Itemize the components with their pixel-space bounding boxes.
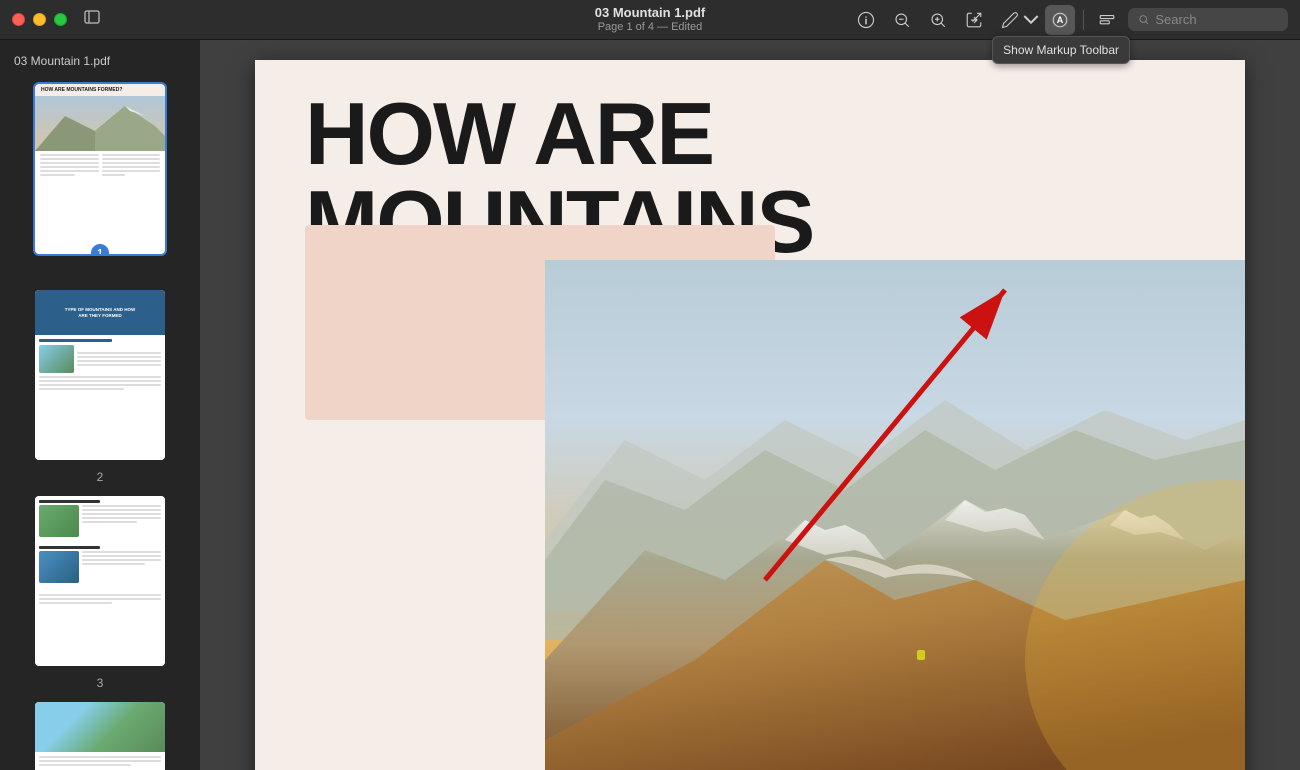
pdf-mountain-photo [545,260,1245,770]
info-button[interactable] [851,5,881,35]
page-thumb-2[interactable]: TYPE OF MOUNTAINS AND HOWARE THEY FORMED [8,290,192,484]
thumb2-header: TYPE OF MOUNTAINS AND HOWARE THEY FORMED [35,290,165,335]
titlebar: 03 Mountain 1.pdf Page 1 of 4 — Edited [0,0,1300,40]
thumb2-header-text: TYPE OF MOUNTAINS AND HOWARE THEY FORMED [65,307,136,318]
thumb2-img-row [39,345,161,373]
zoom-in-button[interactable] [923,5,953,35]
search-bar[interactable] [1128,8,1288,31]
page-thumb-img-2[interactable]: TYPE OF MOUNTAINS AND HOWARE THEY FORMED [35,290,165,460]
share-button[interactable] [959,5,989,35]
thumb2-body [35,335,165,460]
document-subtitle: Page 1 of 4 — Edited [598,21,703,34]
thumb2-section-title [39,339,112,342]
page-thumb-img-3[interactable] [35,496,165,666]
sidebar: 03 Mountain 1.pdf HOW ARE MOUNTAINS FORM… [0,40,200,770]
svg-text:A: A [1057,15,1064,25]
sidebar-filename: 03 Mountain 1.pdf [8,50,192,72]
titlebar-center: 03 Mountain 1.pdf Page 1 of 4 — Edited [595,5,706,34]
mountain-svg [545,260,1245,770]
search-icon [1138,13,1149,26]
search-input[interactable] [1155,12,1278,27]
minimize-button[interactable] [33,13,46,26]
thumb3-img-blue [39,551,79,583]
markup-toolbar-button[interactable]: A [1045,5,1075,35]
close-button[interactable] [12,13,25,26]
page-thumb-1[interactable]: HOW ARE MOUNTAINS FORMED? [8,84,192,278]
page-label-3: 3 [97,676,104,690]
maximize-button[interactable] [54,13,67,26]
pdf-viewer: HOW ARE MOUNTAINS FORMED? [200,40,1300,770]
thumb4-body [35,752,165,770]
thumb3-img-green [39,505,79,537]
zoom-out-button[interactable] [887,5,917,35]
pen-button[interactable] [995,5,1025,35]
toolbar-icons: A [851,5,1288,35]
thumb1-mountain-img [35,96,165,151]
thumb2-mini-img [39,345,74,373]
toolbar-divider [1083,10,1084,30]
thumb1-text-area [35,151,165,255]
show-markup-toolbar-tooltip: Show Markup Toolbar [992,36,1130,64]
pen-dropdown-arrow[interactable] [1023,5,1039,35]
thumb3-section-1 [39,500,161,537]
page-thumb-4[interactable] [8,702,192,770]
page-label-2: 2 [97,470,104,484]
thumb4-top-img [35,702,165,752]
document-title: 03 Mountain 1.pdf [595,5,706,21]
redact-button[interactable] [1092,5,1122,35]
page-thumb-3[interactable]: 3 [8,496,192,690]
sidebar-toggle-button[interactable] [83,8,101,31]
page-label-1 [98,264,101,278]
traffic-lights [12,13,67,26]
thumb3-section-2 [39,546,161,583]
thumb1-title-text: HOW ARE MOUNTAINS FORMED? [35,84,165,96]
main-content: 03 Mountain 1.pdf HOW ARE MOUNTAINS FORM… [0,40,1300,770]
page-thumb-img-1[interactable]: HOW ARE MOUNTAINS FORMED? [35,84,165,254]
pdf-page: HOW ARE MOUNTAINS FORMED? [255,60,1245,770]
page-thumb-img-4[interactable] [35,702,165,770]
